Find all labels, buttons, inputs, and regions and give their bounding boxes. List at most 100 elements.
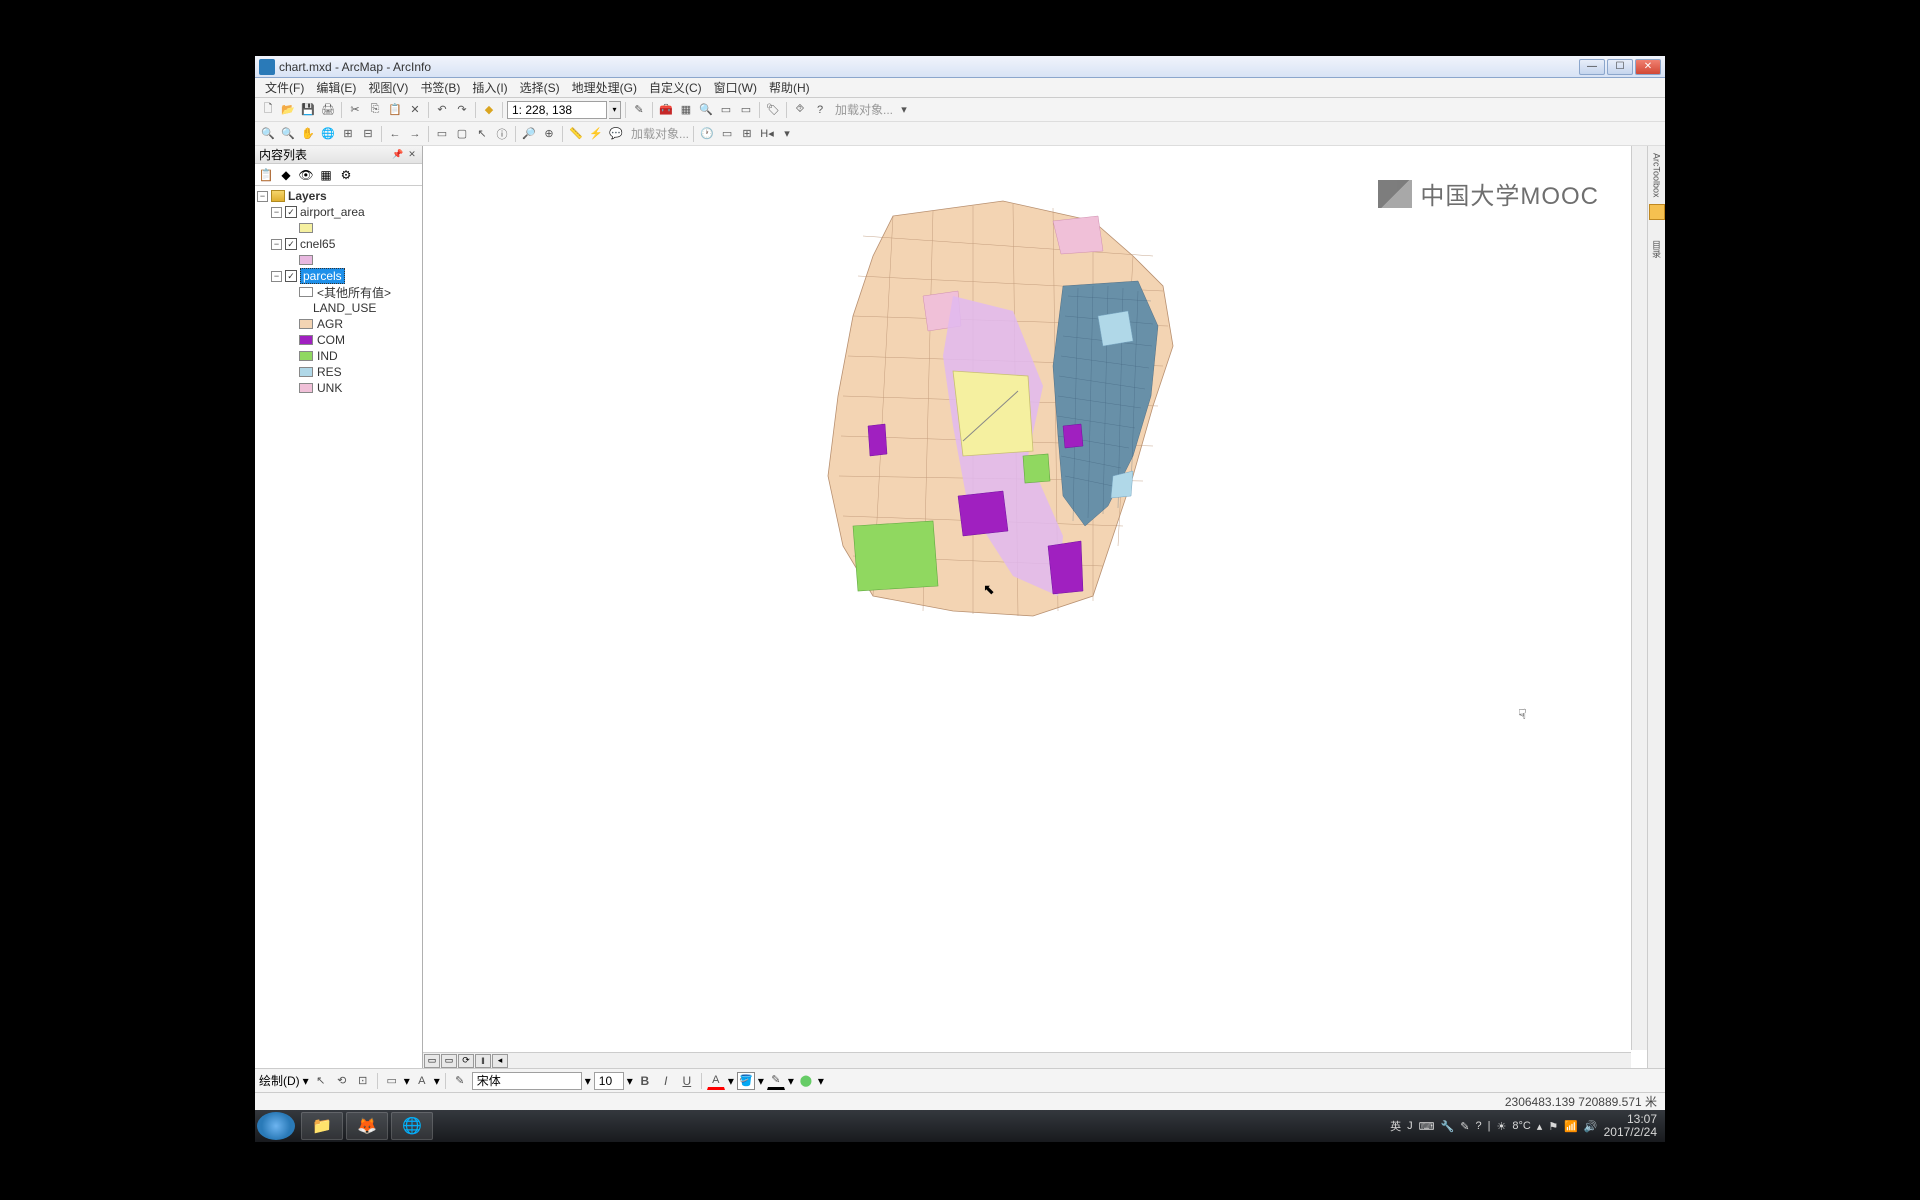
scale-dropdown[interactable]: ▾: [609, 101, 621, 119]
catalog-button[interactable]: ▦: [677, 101, 695, 119]
toc-options-button[interactable]: ⚙: [337, 166, 355, 184]
task-arcmap[interactable]: 🌐: [391, 1112, 433, 1140]
catalog-tab[interactable]: 目录: [1649, 224, 1665, 274]
list-by-visibility-button[interactable]: 👁: [297, 166, 315, 184]
delete-button[interactable]: ✕: [406, 101, 424, 119]
save-button[interactable]: 💾: [299, 101, 317, 119]
tray-edit-icon[interactable]: ✎: [1460, 1120, 1469, 1133]
menu-select[interactable]: 选择(S): [514, 77, 566, 98]
next-extent-button[interactable]: →: [406, 125, 424, 143]
menu-file[interactable]: 文件(F): [259, 77, 310, 98]
font-color-button[interactable]: A: [707, 1072, 725, 1090]
underline-button[interactable]: U: [678, 1072, 696, 1090]
menu-bookmarks[interactable]: 书签(B): [414, 77, 466, 98]
shape-dropdown[interactable]: ▾: [404, 1074, 410, 1088]
menu-customize[interactable]: 自定义(C): [643, 77, 708, 98]
help-button[interactable]: ?: [811, 101, 829, 119]
data-view-tab[interactable]: ▭: [424, 1054, 440, 1068]
load-dropdown[interactable]: ▾: [895, 101, 913, 119]
fixed-zoom-out-button[interactable]: ⊟: [359, 125, 377, 143]
list-by-selection-button[interactable]: ▦: [317, 166, 335, 184]
tray-clock[interactable]: 13:07 2017/2/24: [1604, 1113, 1657, 1139]
select-element-button[interactable]: ↖: [312, 1072, 330, 1090]
tray-lang[interactable]: 英: [1390, 1118, 1401, 1134]
draw-dropdown[interactable]: ▾: [303, 1074, 309, 1088]
menu-geoprocessing[interactable]: 地理处理(G): [566, 77, 643, 98]
redo-button[interactable]: ↷: [453, 101, 471, 119]
collapse-icon[interactable]: −: [271, 207, 282, 218]
layer-cnel65[interactable]: − ✓ cnel65: [257, 236, 420, 252]
paste-button[interactable]: 📋: [386, 101, 404, 119]
tray-tool-icon[interactable]: 🔧: [1441, 1120, 1455, 1133]
menu-insert[interactable]: 插入(I): [466, 77, 513, 98]
zoom-out-button[interactable]: 🔍: [279, 125, 297, 143]
fixed-zoom-in-button[interactable]: ⊞: [339, 125, 357, 143]
zoom-to-button[interactable]: ⊡: [354, 1072, 372, 1090]
edit-vertices-button[interactable]: ✎: [451, 1072, 469, 1090]
tray-ime[interactable]: J: [1407, 1120, 1413, 1132]
tray-keyboard-icon[interactable]: ⌨: [1419, 1120, 1435, 1133]
clear-selection-button[interactable]: ▢: [453, 125, 471, 143]
class-ind[interactable]: IND: [257, 348, 420, 364]
goto-xy-button[interactable]: ⊕: [540, 125, 558, 143]
list-by-source-button[interactable]: ◆: [277, 166, 295, 184]
parcels-heading[interactable]: <其他所有值>: [257, 284, 420, 300]
rectangle-tool[interactable]: ▭: [383, 1072, 401, 1090]
undo-button[interactable]: ↶: [433, 101, 451, 119]
copy-button[interactable]: ⎘: [366, 101, 384, 119]
layer-checkbox[interactable]: ✓: [285, 270, 297, 282]
maximize-button[interactable]: ☐: [1607, 59, 1633, 75]
font-combo[interactable]: 宋体: [472, 1072, 582, 1090]
tray-temp[interactable]: 8°C: [1512, 1120, 1530, 1132]
size-dropdown[interactable]: ▾: [627, 1074, 633, 1088]
open-button[interactable]: 📂: [279, 101, 297, 119]
collapse-icon[interactable]: −: [257, 191, 268, 202]
tray-volume-icon[interactable]: 🔊: [1584, 1120, 1598, 1133]
class-agr[interactable]: AGR: [257, 316, 420, 332]
toolbox-button[interactable]: 🧰: [657, 101, 675, 119]
text-dropdown[interactable]: ▾: [434, 1074, 440, 1088]
class-res[interactable]: RES: [257, 364, 420, 380]
vertical-scrollbar[interactable]: [1631, 146, 1647, 1050]
model-button[interactable]: ▭: [737, 101, 755, 119]
horizontal-scrollbar[interactable]: ▭ ▭ ⟳ ‖ ◂: [423, 1052, 1631, 1068]
layer-parcels[interactable]: − ✓ parcels: [257, 268, 420, 284]
select-features-button[interactable]: ▭: [433, 125, 451, 143]
tray-weather-icon[interactable]: ☀: [1496, 1120, 1506, 1133]
print-button[interactable]: 🖨: [319, 101, 337, 119]
start-button[interactable]: [257, 1112, 295, 1140]
tool-button-1[interactable]: ⊞: [738, 125, 756, 143]
hyperlink-button[interactable]: ⚡: [587, 125, 605, 143]
bold-button[interactable]: B: [636, 1072, 654, 1090]
menu-window[interactable]: 窗口(W): [708, 77, 763, 98]
cut-button[interactable]: ✂: [346, 101, 364, 119]
marker-color-button[interactable]: ⬤: [797, 1072, 815, 1090]
class-com[interactable]: COM: [257, 332, 420, 348]
titlebar[interactable]: chart.mxd - ArcMap - ArcInfo — ☐ ✕: [255, 56, 1665, 78]
prev-extent-button[interactable]: ←: [386, 125, 404, 143]
find-button[interactable]: 🔎: [520, 125, 538, 143]
time-slider-button[interactable]: 🕐: [698, 125, 716, 143]
editor-toolbar-button[interactable]: ✎: [630, 101, 648, 119]
close-button[interactable]: ✕: [1635, 59, 1661, 75]
catalog-icon[interactable]: [1649, 204, 1665, 220]
font-dropdown[interactable]: ▾: [585, 1074, 591, 1088]
map-canvas[interactable]: ⬉ ☟ 中国大学MOOC: [423, 146, 1629, 1050]
identify-button[interactable]: ⓘ: [493, 125, 511, 143]
menu-edit[interactable]: 编辑(E): [310, 77, 362, 98]
layers-root[interactable]: − Layers: [257, 188, 420, 204]
tray-help-icon[interactable]: ?: [1475, 1120, 1481, 1132]
line-color-button[interactable]: ✎: [767, 1072, 785, 1090]
collapse-icon[interactable]: −: [271, 239, 282, 250]
scale-input[interactable]: 1: 228, 138: [507, 101, 607, 119]
list-by-drawing-button[interactable]: 📋: [257, 166, 275, 184]
zoom-in-button[interactable]: 🔍: [259, 125, 277, 143]
layer-airport-area[interactable]: − ✓ airport_area: [257, 204, 420, 220]
whats-this-button[interactable]: ⯑: [791, 101, 809, 119]
tool-button-2[interactable]: H◂: [758, 125, 776, 143]
toc-pin-button[interactable]: 📌: [392, 149, 404, 161]
label-button[interactable]: 🏷: [764, 101, 782, 119]
toc-header[interactable]: 内容列表 📌 ✕: [255, 146, 422, 164]
tray-chevron-icon[interactable]: ▴: [1537, 1120, 1543, 1133]
layout-view-tab[interactable]: ▭: [441, 1054, 457, 1068]
